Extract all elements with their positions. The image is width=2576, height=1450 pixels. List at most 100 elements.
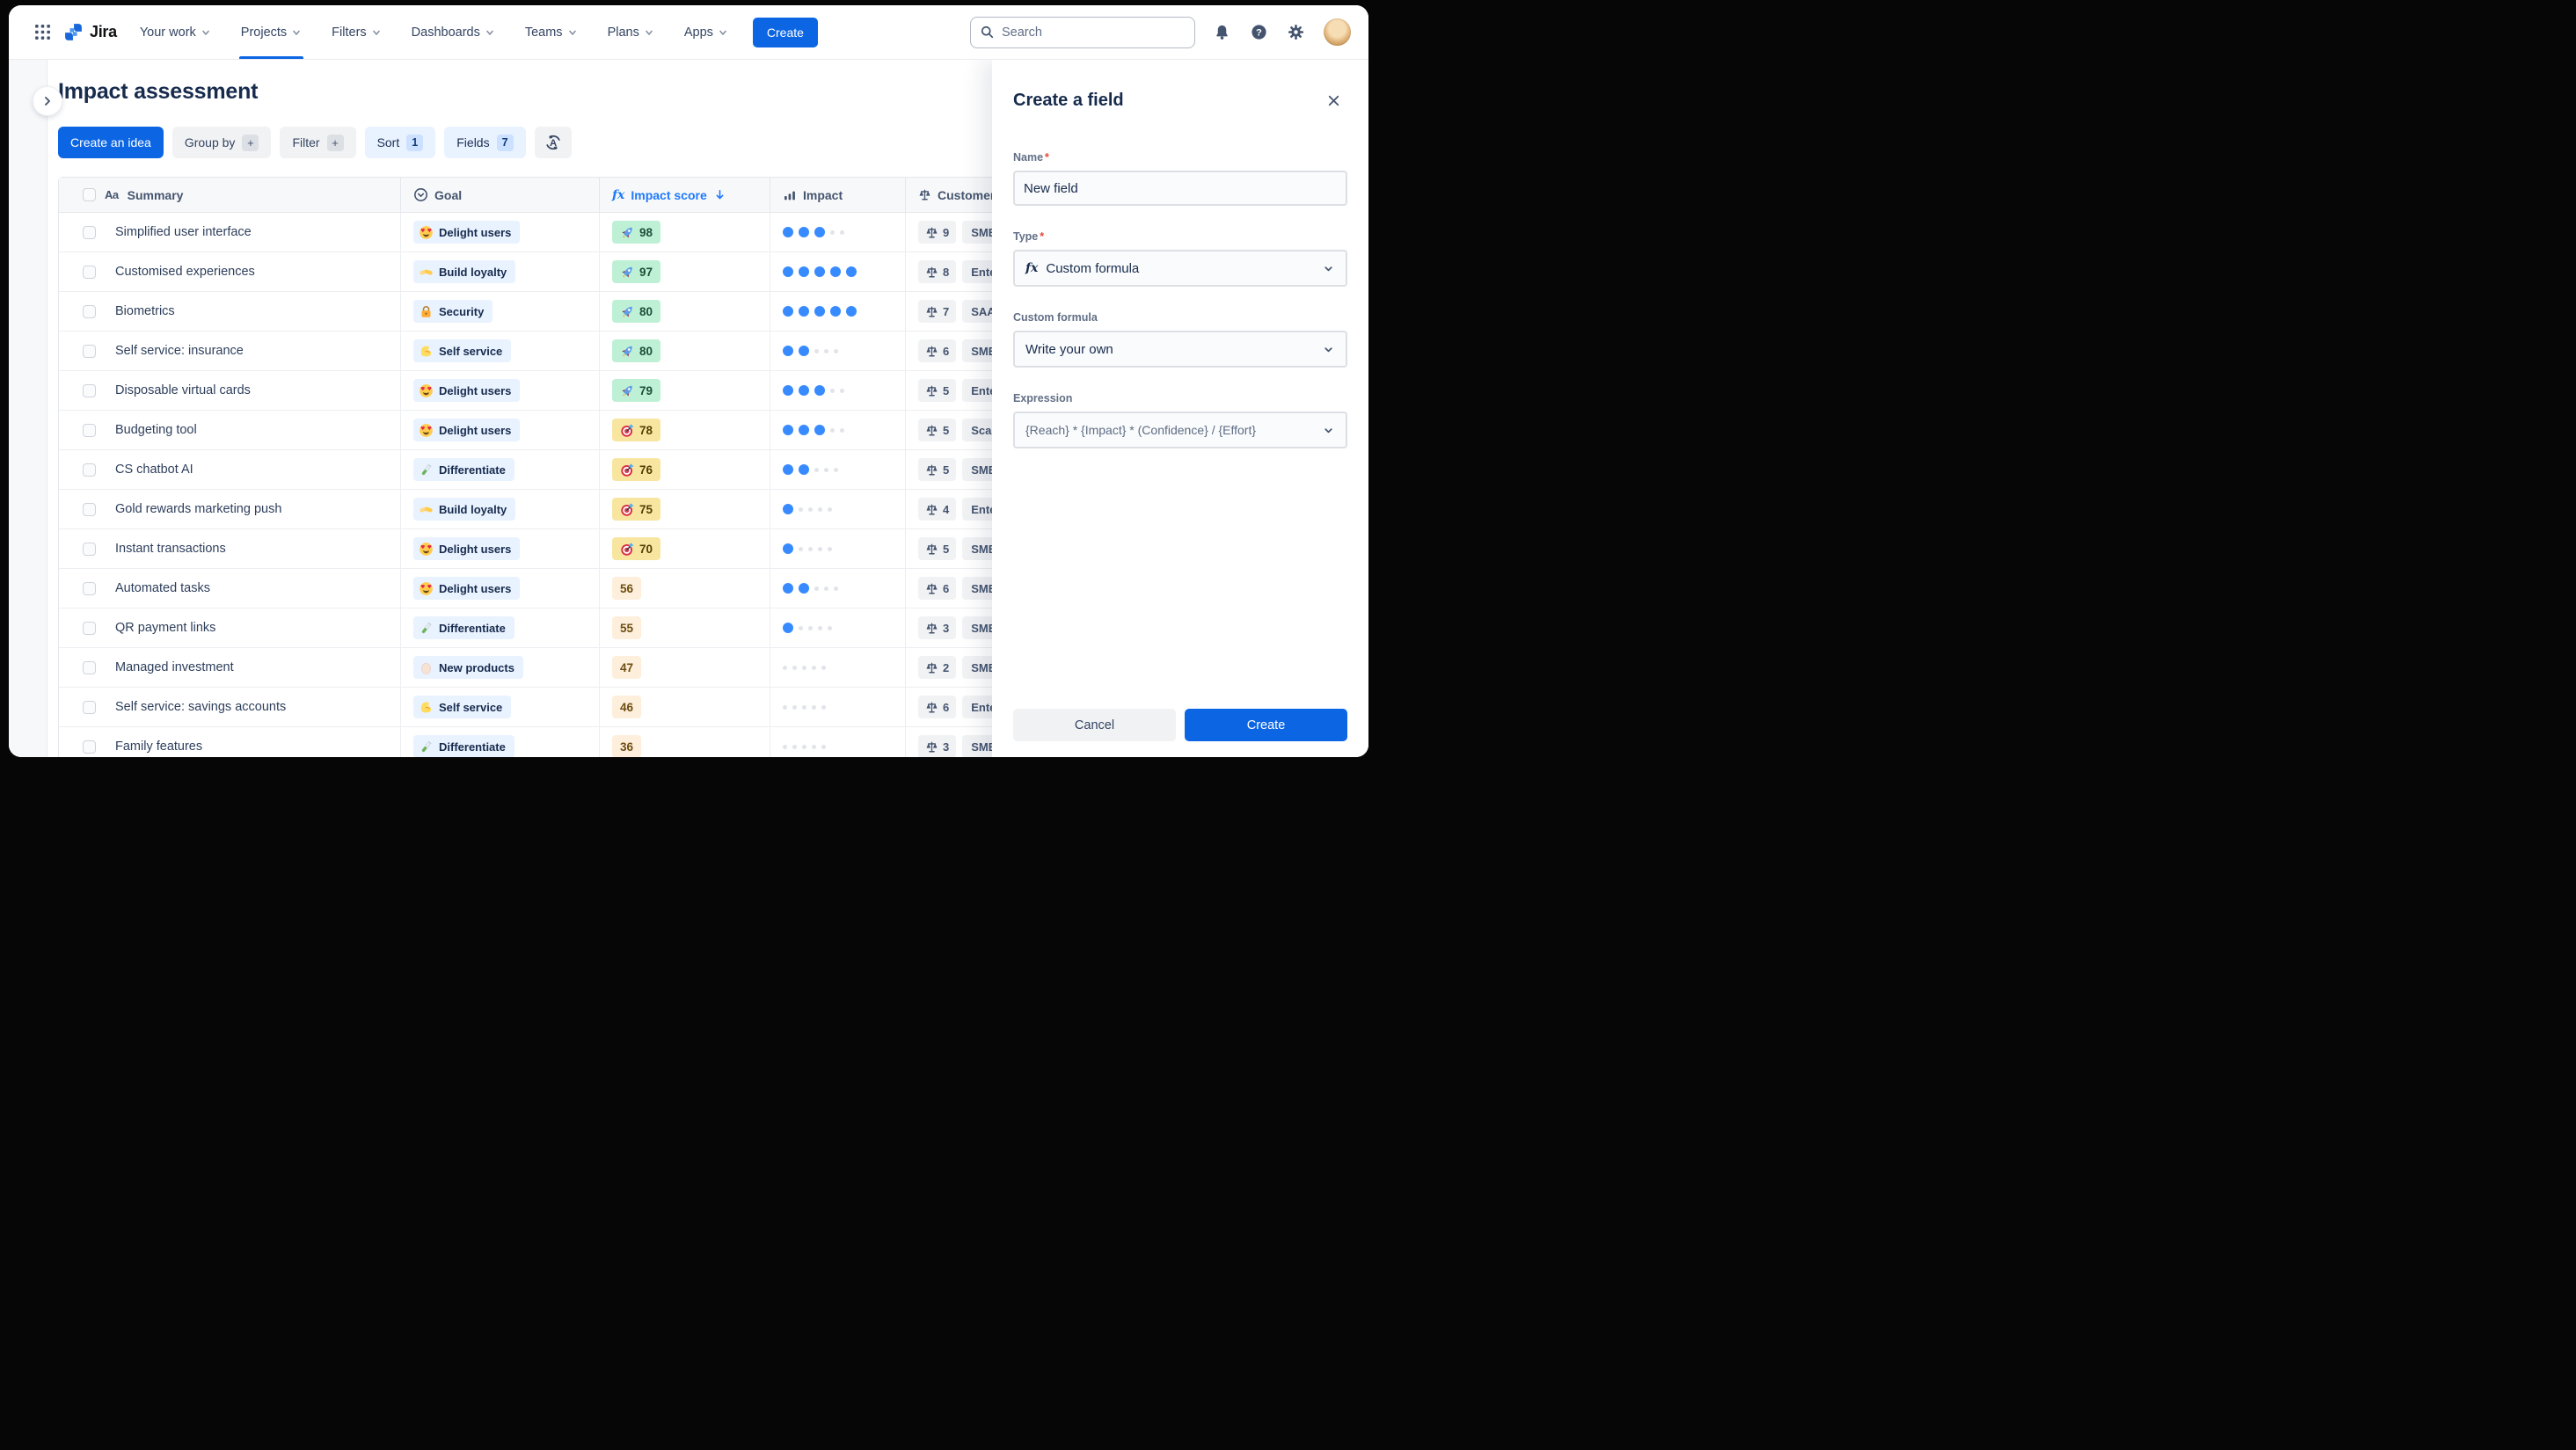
goal-cell[interactable]: Delight users [401, 213, 600, 251]
select-all-checkbox[interactable] [83, 188, 96, 201]
app-switcher-button[interactable] [28, 18, 56, 47]
goal-cell[interactable]: Self service [401, 332, 600, 370]
filter-button[interactable]: Filter + [280, 127, 356, 158]
summary-cell[interactable]: Budgeting tool [59, 411, 401, 449]
goal-cell[interactable]: New products [401, 648, 600, 687]
nav-item-teams[interactable]: Teams [525, 5, 578, 59]
table-row[interactable]: Customised experiences Build loyalty 97 8 En… [59, 252, 1083, 292]
table-row[interactable]: Biometrics Security 80 7 SAAS [59, 292, 1083, 332]
impact-cell[interactable] [770, 648, 906, 687]
row-checkbox[interactable] [83, 304, 96, 318]
impact-cell[interactable] [770, 450, 906, 489]
impact-cell[interactable] [770, 332, 906, 370]
expression-select[interactable]: {Reach} * {Impact} * (Confidence} / {Eff… [1013, 412, 1347, 448]
row-checkbox[interactable] [83, 225, 96, 239]
impact-cell[interactable] [770, 529, 906, 568]
expand-sidebar-button[interactable] [33, 86, 62, 116]
table-row[interactable]: QR payment links Differentiate 55 3 SMB [59, 608, 1083, 648]
table-row[interactable]: Simplified user interface Delight users 98… [59, 213, 1083, 252]
row-checkbox[interactable] [83, 265, 96, 279]
table-row[interactable]: Family features Differentiate 36 3 SMB [59, 727, 1083, 757]
nav-item-filters[interactable]: Filters [332, 5, 381, 59]
header-impact-score[interactable]: fx Impact score [600, 178, 770, 212]
group-by-button[interactable]: Group by + [171, 127, 272, 158]
summary-cell[interactable]: Family features [59, 727, 401, 757]
row-checkbox[interactable] [83, 463, 96, 477]
impact-cell[interactable] [770, 688, 906, 726]
impact-score-cell[interactable]: 98 [600, 213, 770, 251]
summary-cell[interactable]: Instant transactions [59, 529, 401, 568]
translate-button[interactable]: A [534, 127, 572, 158]
goal-cell[interactable]: Delight users [401, 371, 600, 410]
goal-cell[interactable]: Differentiate [401, 608, 600, 647]
create-idea-button[interactable]: Create an idea [58, 127, 164, 158]
impact-cell[interactable] [770, 411, 906, 449]
impact-score-cell[interactable]: 46 [600, 688, 770, 726]
impact-cell[interactable] [770, 727, 906, 757]
impact-cell[interactable] [770, 252, 906, 291]
impact-score-cell[interactable]: 76 [600, 450, 770, 489]
sort-button[interactable]: Sort 1 [364, 127, 436, 158]
header-summary[interactable]: Aa Summary [59, 178, 401, 212]
jira-logo[interactable]: Jira [63, 22, 117, 42]
impact-cell[interactable] [770, 569, 906, 608]
row-checkbox[interactable] [83, 344, 96, 358]
impact-score-cell[interactable]: 56 [600, 569, 770, 608]
search-input[interactable] [1002, 25, 1186, 40]
summary-cell[interactable]: Customised experiences [59, 252, 401, 291]
notifications-button[interactable] [1208, 18, 1236, 47]
goal-cell[interactable]: Delight users [401, 569, 600, 608]
row-checkbox[interactable] [83, 700, 96, 714]
nav-item-your-work[interactable]: Your work [140, 5, 211, 59]
impact-cell[interactable] [770, 490, 906, 528]
nav-item-plans[interactable]: Plans [608, 5, 654, 59]
row-checkbox[interactable] [83, 542, 96, 556]
row-checkbox[interactable] [83, 660, 96, 674]
impact-score-cell[interactable]: 75 [600, 490, 770, 528]
custom-formula-select[interactable]: Write your own [1013, 331, 1347, 368]
impact-score-cell[interactable]: 55 [600, 608, 770, 647]
impact-cell[interactable] [770, 213, 906, 251]
impact-score-cell[interactable]: 47 [600, 648, 770, 687]
settings-button[interactable] [1281, 18, 1310, 47]
nav-item-projects[interactable]: Projects [238, 5, 304, 59]
search-box[interactable] [970, 16, 1195, 48]
row-checkbox[interactable] [83, 502, 96, 516]
summary-cell[interactable]: QR payment links [59, 608, 401, 647]
impact-score-cell[interactable]: 80 [600, 332, 770, 370]
summary-cell[interactable]: Simplified user interface [59, 213, 401, 251]
summary-cell[interactable]: Disposable virtual cards [59, 371, 401, 410]
impact-score-cell[interactable]: 80 [600, 292, 770, 331]
header-goal[interactable]: Goal [401, 178, 600, 212]
table-row[interactable]: Disposable virtual cards Delight users 79 5… [59, 371, 1083, 411]
impact-score-cell[interactable]: 97 [600, 252, 770, 291]
user-avatar[interactable] [1324, 18, 1351, 46]
summary-cell[interactable]: Self service: savings accounts [59, 688, 401, 726]
summary-cell[interactable]: Biometrics [59, 292, 401, 331]
table-row[interactable]: Managed investment New products 47 2 SMB [59, 648, 1083, 688]
type-select[interactable]: fx Custom formula [1013, 250, 1347, 287]
summary-cell[interactable]: Automated tasks [59, 569, 401, 608]
nav-item-apps[interactable]: Apps [684, 5, 728, 59]
row-checkbox[interactable] [83, 423, 96, 437]
row-checkbox[interactable] [83, 621, 96, 635]
impact-score-cell[interactable]: 70 [600, 529, 770, 568]
table-row[interactable]: Self service: savings accounts Self servi… [59, 688, 1083, 727]
header-impact[interactable]: Impact [770, 178, 906, 212]
create-button[interactable]: Create [752, 17, 818, 47]
summary-cell[interactable]: Self service: insurance [59, 332, 401, 370]
impact-cell[interactable] [770, 292, 906, 331]
goal-cell[interactable]: Delight users [401, 411, 600, 449]
summary-cell[interactable]: CS chatbot AI [59, 450, 401, 489]
summary-cell[interactable]: Managed investment [59, 648, 401, 687]
table-row[interactable]: Self service: insurance Self service 80 6 SM… [59, 332, 1083, 371]
table-row[interactable]: Automated tasks Delight users 56 6 SMB [59, 569, 1083, 608]
summary-cell[interactable]: Gold rewards marketing push [59, 490, 401, 528]
help-button[interactable]: ? [1244, 18, 1273, 47]
close-panel-button[interactable] [1319, 86, 1347, 114]
name-input[interactable] [1024, 180, 1337, 196]
table-row[interactable]: CS chatbot AI Differentiate 76 5 SMB [59, 450, 1083, 490]
table-row[interactable]: Instant transactions Delight users 70 5 SMB [59, 529, 1083, 569]
fields-button[interactable]: Fields 7 [444, 127, 526, 158]
create-field-button[interactable]: Create [1185, 709, 1347, 741]
